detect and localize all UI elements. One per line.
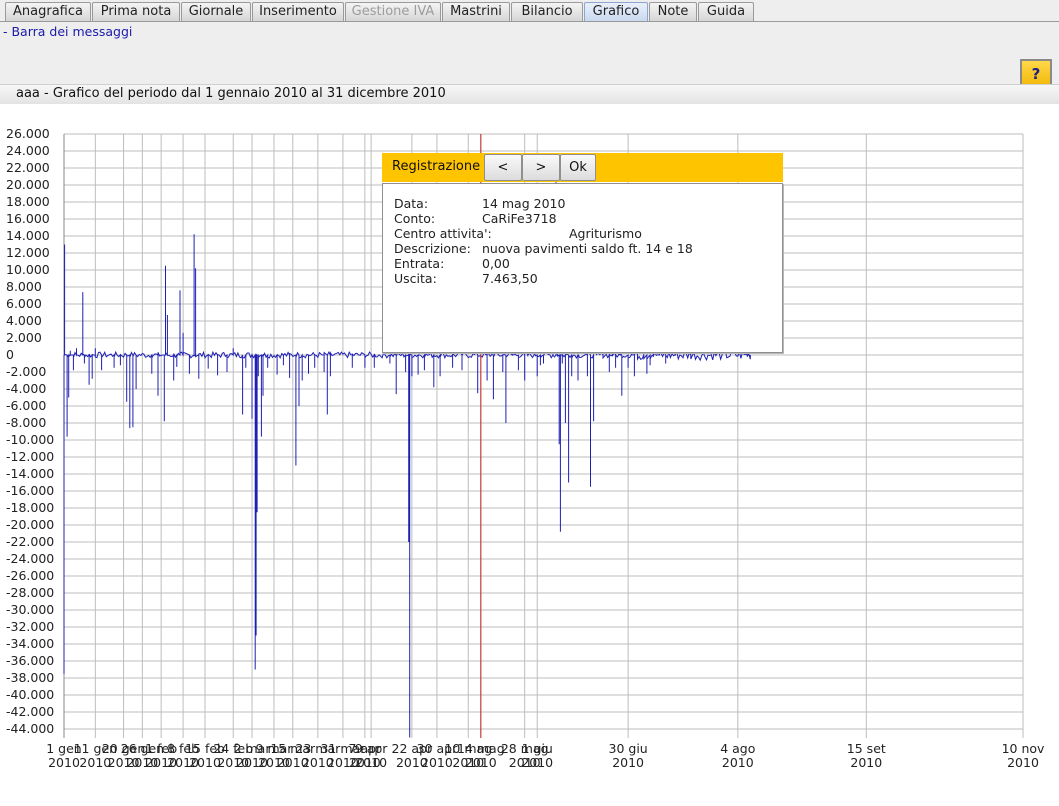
y-tick-label: 14.000 [6, 228, 50, 243]
y-tick-label: -2.000 [6, 364, 46, 379]
y-tick-label: -22.000 [6, 534, 54, 549]
x-tick-year: 2010 [79, 755, 111, 770]
x-tick-label: 4 ago [720, 741, 755, 756]
account-label: Conto: [394, 211, 436, 226]
y-tick-label: -36.000 [6, 653, 54, 668]
tab-gestione-iva: Gestione IVA [345, 2, 441, 21]
y-tick-label: -4.000 [6, 381, 46, 396]
date-label: Data: [394, 196, 429, 211]
message-panel: - Barra dei messaggi ? [0, 22, 1059, 91]
tab-grafico[interactable]: Grafico [584, 2, 648, 21]
activity-center-label: Centro attivita': [394, 226, 492, 241]
expense-label: Uscita: [394, 271, 437, 286]
y-tick-label: 0 [6, 347, 14, 362]
y-tick-label: -14.000 [6, 466, 54, 481]
ok-button[interactable]: Ok [560, 154, 596, 181]
tab-anagrafica[interactable]: Anagrafica [5, 2, 91, 21]
y-tick-label: 2.000 [6, 330, 42, 345]
tab-prima-nota[interactable]: Prima nota [92, 2, 180, 21]
x-tick-label: 9 apr [355, 741, 389, 756]
x-tick-year: 2010 [465, 755, 497, 770]
y-tick-label: -26.000 [6, 568, 54, 583]
y-tick-label: 26.000 [6, 126, 50, 141]
y-tick-label: 24.000 [6, 143, 50, 158]
x-tick-label: 30 giu [609, 741, 648, 756]
activity-center-value: Agriturismo [569, 226, 642, 241]
y-tick-label: -8.000 [6, 415, 46, 430]
x-tick-year: 2010 [421, 755, 453, 770]
x-tick-year: 2010 [189, 755, 221, 770]
y-tick-label: -42.000 [6, 704, 54, 719]
popup-header: Registrazione < > Ok [382, 153, 783, 182]
y-tick-label: 4.000 [6, 313, 42, 328]
tab-bilancio[interactable]: Bilancio [511, 2, 583, 21]
account-value: CaRiFe3718 [482, 211, 557, 226]
popup-details: Data: 14 mag 2010 Conto: CaRiFe3718 Cent… [382, 183, 783, 353]
y-tick-label: -44.000 [6, 721, 54, 736]
y-tick-label: 8.000 [6, 279, 42, 294]
tab-giornale[interactable]: Giornale [181, 2, 251, 21]
x-tick-label: 14 mag [457, 741, 505, 756]
y-tick-label: -38.000 [6, 670, 54, 685]
y-tick-label: -34.000 [6, 636, 54, 651]
x-tick-year: 2010 [612, 755, 644, 770]
income-label: Entrata: [394, 256, 445, 271]
registration-popup: Registrazione < > Ok Data: 14 mag 2010 C… [382, 153, 783, 353]
expense-value: 7.463,50 [482, 271, 538, 286]
y-tick-label: -20.000 [6, 517, 54, 532]
x-tick-year: 2010 [722, 755, 754, 770]
x-tick-year: 2010 [850, 755, 882, 770]
y-tick-label: 10.000 [6, 262, 50, 277]
y-tick-label: -24.000 [6, 551, 54, 566]
x-tick-year: 2010 [521, 755, 553, 770]
tab-inserimento[interactable]: Inserimento [252, 2, 344, 21]
chart-title-bar: aaa - Grafico del periodo dal 1 gennaio … [0, 84, 1059, 106]
chart-title: aaa - Grafico del periodo dal 1 gennaio … [16, 86, 446, 101]
y-tick-label: -28.000 [6, 585, 54, 600]
y-tick-label: -6.000 [6, 398, 46, 413]
y-tick-label: 22.000 [6, 160, 50, 175]
x-tick-year: 2010 [1007, 755, 1039, 770]
x-tick-label: 10 nov [1002, 741, 1045, 756]
x-tick-year: 2010 [48, 755, 80, 770]
previous-button[interactable]: < [484, 154, 522, 181]
y-tick-label: 18.000 [6, 194, 50, 209]
income-value: 0,00 [482, 256, 510, 271]
message-bar-text: - Barra dei messaggi [3, 24, 133, 39]
tab-mastrini[interactable]: Mastrini [442, 2, 510, 21]
date-value: 14 mag 2010 [482, 196, 566, 211]
y-tick-label: -30.000 [6, 602, 54, 617]
y-tick-label: -12.000 [6, 449, 54, 464]
tab-guida[interactable]: Guida [698, 2, 754, 21]
x-tick-label: 1 giu [522, 741, 553, 756]
y-tick-label: -16.000 [6, 483, 54, 498]
tab-note[interactable]: Note [649, 2, 697, 21]
y-tick-label: -10.000 [6, 432, 54, 447]
y-tick-label: 6.000 [6, 296, 42, 311]
y-tick-label: 20.000 [6, 177, 50, 192]
description-label: Descrizione: [394, 241, 471, 256]
y-tick-label: -40.000 [6, 687, 54, 702]
popup-title: Registrazione [392, 159, 481, 174]
y-tick-label: 12.000 [6, 245, 50, 260]
x-tick-label: 15 set [847, 741, 886, 756]
tab-bar: Anagrafica Prima nota Giornale Inserimento G… [0, 0, 1059, 22]
y-tick-label: 16.000 [6, 211, 50, 226]
next-button[interactable]: > [522, 154, 560, 181]
y-tick-label: -32.000 [6, 619, 54, 634]
description-value: nuova pavimenti saldo ft. 14 e 18 [482, 241, 693, 256]
x-tick-year: 2010 [355, 755, 387, 770]
y-tick-label: -18.000 [6, 500, 54, 515]
